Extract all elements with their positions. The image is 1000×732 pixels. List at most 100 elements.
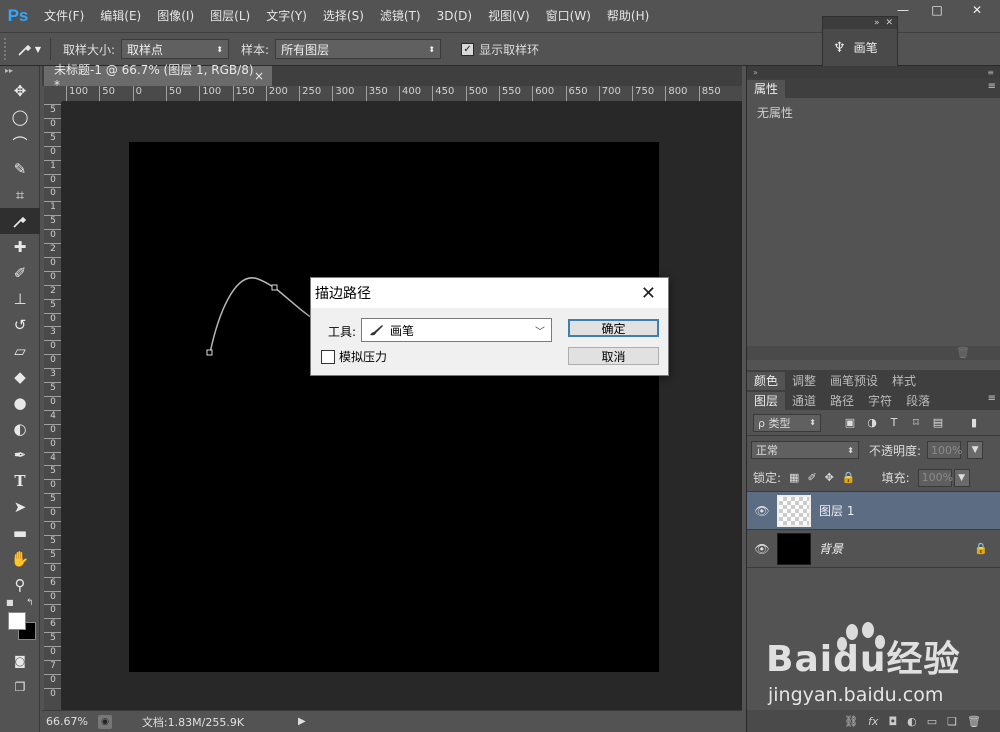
tab-color[interactable]: 颜色	[747, 372, 786, 390]
menu-item-file[interactable]: 文件(F)	[36, 0, 92, 32]
maximize-button[interactable]: □	[920, 0, 954, 20]
panel-dock-menu-icon[interactable]: ≡	[987, 68, 994, 77]
tab-properties[interactable]: 属性	[747, 80, 786, 98]
toolbox-grip[interactable]: ▸▸	[0, 66, 39, 78]
menu-item-image[interactable]: 图像(I)	[149, 0, 202, 32]
menu-item-help[interactable]: 帮助(H)	[599, 0, 657, 32]
visibility-eye-icon[interactable]: 👁	[747, 542, 777, 556]
visibility-eye-icon[interactable]: 👁	[747, 504, 777, 518]
link-icon[interactable]: ⛓	[844, 715, 858, 728]
ok-button[interactable]: 确定	[568, 319, 659, 337]
menu-item-3d[interactable]: 3D(D)	[429, 0, 480, 32]
panel-menu-icon[interactable]: ≡	[988, 393, 996, 404]
simulate-pressure-option[interactable]: 模拟压力	[321, 348, 387, 365]
lock-pixels-icon[interactable]: ✐	[807, 471, 816, 484]
zoom-tool-icon[interactable]: ⚲	[0, 572, 40, 598]
canvas[interactable]	[129, 142, 659, 672]
options-grip[interactable]	[4, 38, 14, 60]
simulate-pressure-checkbox[interactable]	[321, 349, 335, 364]
rectangle-tool-icon[interactable]: ▬	[0, 520, 40, 546]
path-selection-tool-icon[interactable]: ➤	[0, 494, 40, 520]
show-ring-checkbox[interactable]: ✓	[461, 42, 475, 56]
layer-row[interactable]: 👁 图层 1	[747, 492, 1000, 530]
collapse-icon[interactable]: »	[753, 68, 758, 77]
menu-item-type[interactable]: 文字(Y)	[258, 0, 315, 32]
tab-brush-presets[interactable]: 画笔预设	[823, 372, 885, 390]
lock-position-icon[interactable]: ✥	[825, 471, 834, 484]
filter-shape-icon[interactable]: ⌑	[909, 416, 923, 430]
tool-select[interactable]: 画笔 ﹀	[361, 318, 552, 342]
trash-icon[interactable]: 🗑	[967, 715, 981, 728]
opacity-input[interactable]: 100%	[927, 441, 963, 459]
status-info-icon[interactable]: ◉	[98, 714, 112, 729]
quick-mask-icon[interactable]: ◙	[0, 648, 40, 674]
vertical-ruler[interactable]: 5 0 5 0 1 0 0 1 5 0 2 0 0 2 5 0 3 0 0 3 5 0 4 0 0 4 5 0 5 0 0 5 5 0 6 0 0 6 5 0…	[44, 102, 62, 710]
lock-all-icon[interactable]: 🔒	[842, 471, 856, 484]
tab-channels[interactable]: 通道	[785, 392, 823, 410]
filter-toggle-icon[interactable]: ▮	[967, 416, 981, 430]
cancel-button[interactable]: 取消	[568, 347, 659, 365]
panel-menu-icon[interactable]: ≡	[988, 81, 996, 92]
eyedropper-preset-icon[interactable]: ▼	[14, 41, 44, 57]
collapse-icon[interactable]: »	[874, 18, 880, 28]
menu-item-view[interactable]: 视图(V)	[480, 0, 538, 32]
menu-item-select[interactable]: 选择(S)	[315, 0, 372, 32]
show-ring-option[interactable]: ✓ 显示取样环	[461, 41, 539, 58]
zoom-level[interactable]: 66.67%	[42, 715, 92, 728]
default-colors-icon[interactable]: ■	[6, 598, 14, 607]
move-tool-icon[interactable]: ✥	[0, 78, 40, 104]
paint-bucket-tool-icon[interactable]: ◆	[0, 364, 40, 390]
spot-healing-tool-icon[interactable]: ✚	[0, 234, 40, 260]
menu-item-edit[interactable]: 编辑(E)	[92, 0, 149, 32]
document-tab[interactable]: 未标题-1 @ 66.7% (图层 1, RGB/8) * ×	[44, 63, 272, 92]
fill-dropdown-icon[interactable]: ▼	[953, 468, 970, 487]
blur-tool-icon[interactable]: ●	[0, 390, 40, 416]
layer-row[interactable]: 👁 背景 🔒	[747, 530, 1000, 568]
filter-adjustment-icon[interactable]: ◑	[865, 416, 879, 430]
quick-selection-tool-icon[interactable]: ✎	[0, 156, 40, 182]
filter-type-icon[interactable]: T	[887, 416, 901, 430]
tab-adjustments[interactable]: 调整	[785, 372, 823, 390]
polygonal-lasso-tool-icon[interactable]: ⌒	[0, 130, 40, 156]
crop-tool-icon[interactable]: ⌗	[0, 182, 40, 208]
swap-colors-icon[interactable]: ↰	[26, 598, 34, 608]
opacity-dropdown-icon[interactable]: ▼	[967, 441, 984, 459]
adjustment-icon[interactable]: ◐	[907, 715, 917, 728]
eyedropper-tool-icon[interactable]	[0, 208, 40, 234]
menu-item-layer[interactable]: 图层(L)	[202, 0, 258, 32]
horizontal-ruler[interactable]: 100 50 0 50 100 150 200 250 300 350 400 450 500 550 60…	[62, 86, 742, 102]
screen-mode-icon[interactable]: ❐	[0, 674, 40, 700]
menu-item-filter[interactable]: 滤镜(T)	[372, 0, 429, 32]
close-icon[interactable]: ✕	[885, 18, 893, 28]
blend-mode-select[interactable]: 正常 ⬍	[751, 441, 859, 459]
status-menu-arrow-icon[interactable]: ▶	[298, 716, 306, 727]
close-window-button[interactable]: ✕	[954, 0, 1000, 20]
history-brush-tool-icon[interactable]: ↺	[0, 312, 40, 338]
filter-smart-object-icon[interactable]: ▤	[931, 416, 945, 430]
tab-styles[interactable]: 样式	[885, 372, 923, 390]
group-icon[interactable]: ▭	[927, 715, 937, 728]
tab-character[interactable]: 字符	[861, 392, 899, 410]
new-layer-icon[interactable]: ❏	[947, 715, 957, 728]
pen-tool-icon[interactable]: ✒	[0, 442, 40, 468]
tab-layers[interactable]: 图层	[747, 392, 786, 410]
filter-pixel-icon[interactable]: ▣	[843, 416, 857, 430]
menu-item-window[interactable]: 窗口(W)	[538, 0, 599, 32]
lock-transparency-icon[interactable]: ▦	[789, 471, 799, 484]
tab-paragraph[interactable]: 段落	[899, 392, 937, 410]
fill-input[interactable]: 100%	[917, 468, 953, 487]
trash-icon[interactable]: 🗑	[956, 346, 970, 360]
sample-size-select[interactable]: 取样点 ⬍	[121, 39, 230, 59]
close-icon[interactable]: ✕	[641, 283, 656, 304]
sample-select[interactable]: 所有图层 ⬍	[275, 39, 442, 59]
close-tab-icon[interactable]: ×	[254, 69, 264, 83]
clone-stamp-tool-icon[interactable]: ⊥	[0, 286, 40, 312]
fx-icon[interactable]: fx	[868, 715, 878, 728]
brush-tool-icon[interactable]: ✐	[0, 260, 40, 286]
eraser-tool-icon[interactable]: ▱	[0, 338, 40, 364]
foreground-color-swatch[interactable]	[8, 612, 26, 630]
mask-icon[interactable]: ◘	[888, 715, 897, 728]
tab-paths[interactable]: 路径	[823, 392, 861, 410]
elliptical-marquee-tool-icon[interactable]: ◯	[0, 104, 40, 130]
type-tool-icon[interactable]: T	[0, 468, 40, 494]
